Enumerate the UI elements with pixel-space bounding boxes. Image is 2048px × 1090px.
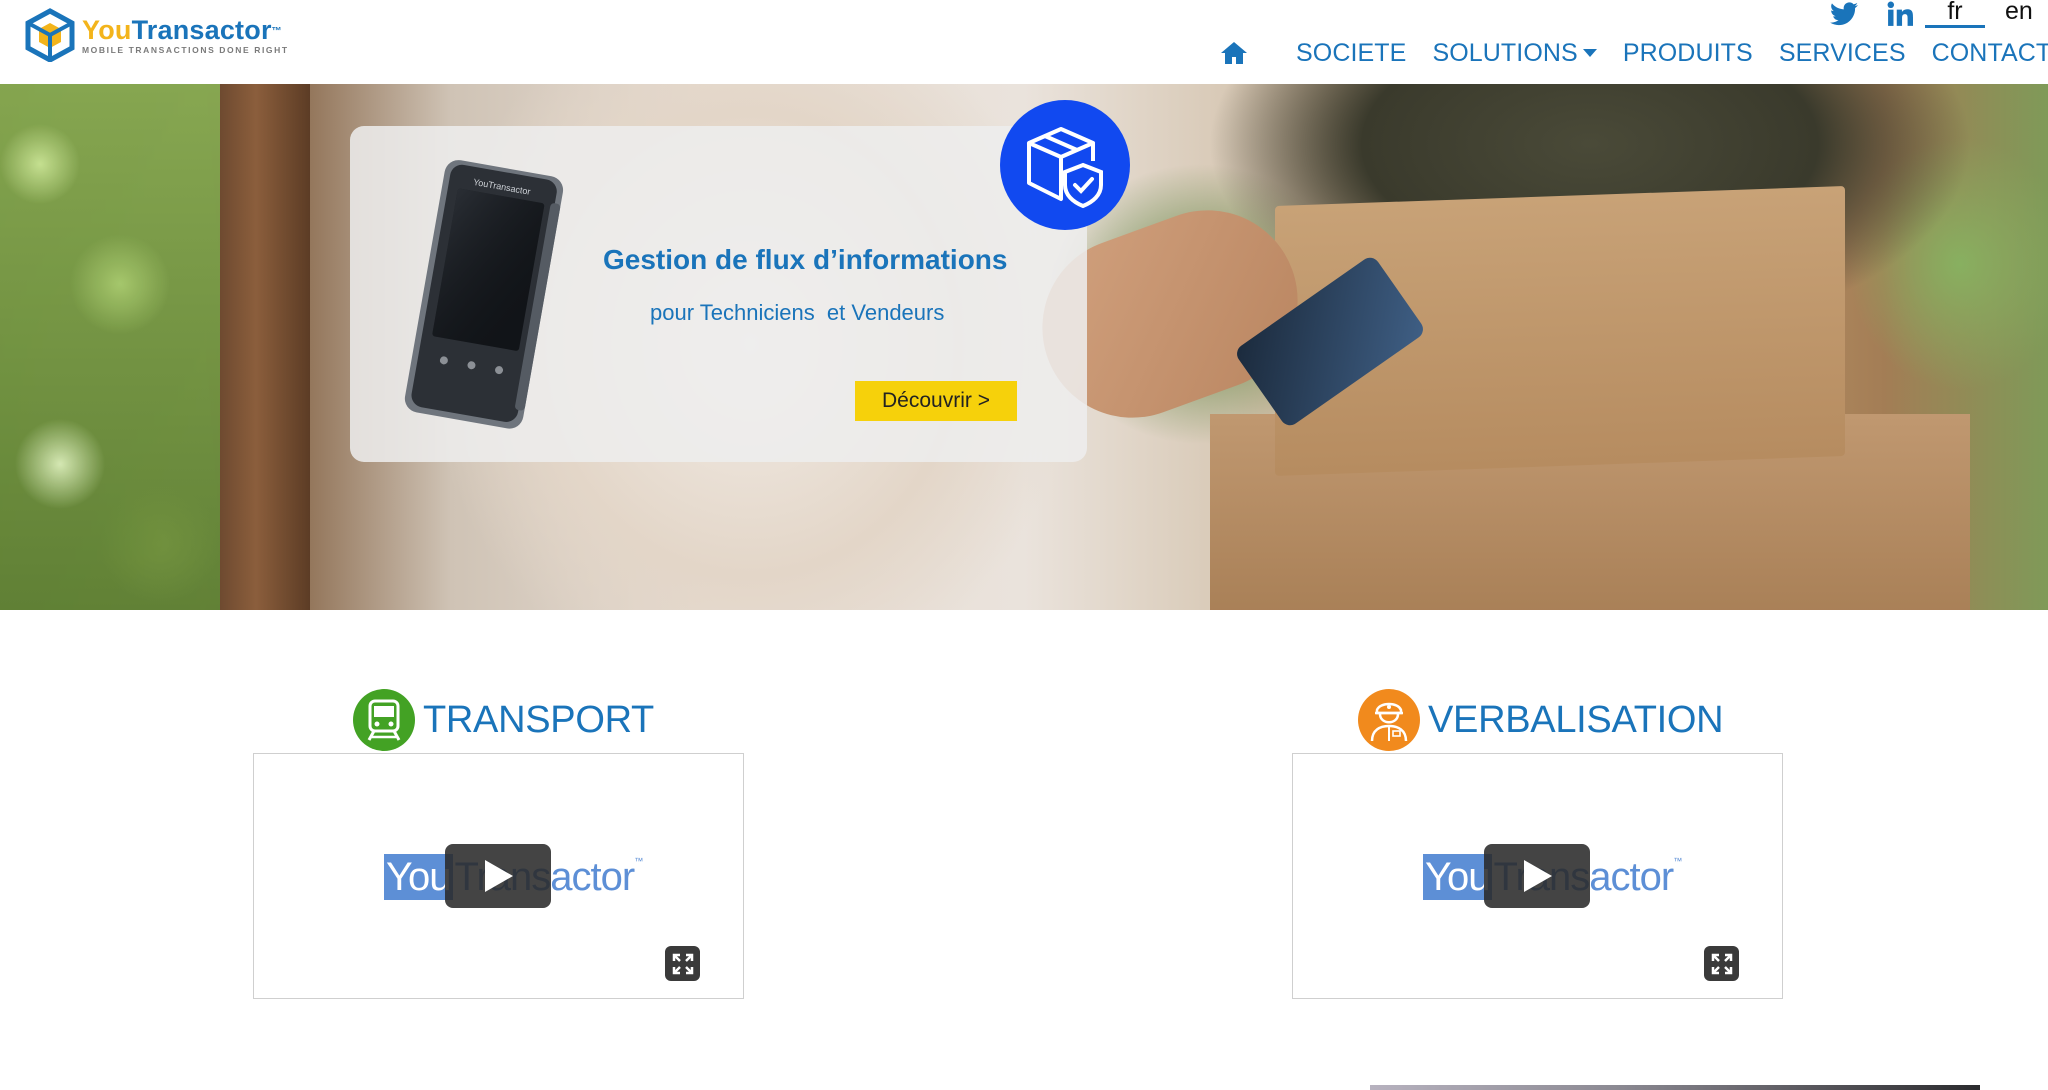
logo-text: YouTransactor™ MOBILE TRANSACTIONS DONE …: [82, 16, 289, 55]
promo-subtitle: pour Techniciens et Vendeurs: [650, 300, 945, 325]
brand-logo[interactable]: YouTransactor™ MOBILE TRANSACTIONS DONE …: [24, 6, 314, 64]
train-icon: [353, 689, 415, 751]
nav-home[interactable]: [1220, 41, 1270, 65]
twitter-icon[interactable]: [1830, 2, 1858, 26]
promo-badge: [1000, 100, 1130, 230]
payment-terminal-image: YouTransactor: [404, 160, 564, 429]
logo-transactor: Transactor: [131, 14, 272, 45]
cube-logo-icon: [25, 8, 75, 62]
main-nav: SOCIETE SOLUTIONS PRODUITS SERVICES CONT…: [1220, 36, 2048, 70]
home-icon: [1221, 42, 1247, 64]
caret-down-icon: [1582, 49, 1597, 57]
video-logo-trademark: ™: [1673, 856, 1682, 866]
nav-services[interactable]: SERVICES: [1779, 39, 1906, 68]
play-button[interactable]: [1484, 844, 1590, 908]
promo-title: Gestion de flux d’informations: [603, 244, 1008, 275]
fullscreen-button[interactable]: [665, 946, 700, 981]
logo-tagline: MOBILE TRANSACTIONS DONE RIGHT: [82, 44, 289, 55]
nav-solutions[interactable]: SOLUTIONS: [1432, 38, 1597, 68]
play-icon: [485, 860, 513, 892]
linkedin-icon[interactable]: [1886, 1, 1914, 27]
fullscreen-icon: [1711, 953, 1732, 974]
verbalisation-heading: VERBALISATION: [1358, 689, 1724, 751]
lang-fr[interactable]: fr: [1925, 0, 1985, 28]
box-shield-icon: [1027, 127, 1103, 209]
site-header: YouTransactor™ MOBILE TRANSACTIONS DONE …: [0, 0, 2048, 84]
hero-door: [220, 84, 310, 610]
play-button[interactable]: [445, 844, 551, 908]
discover-button[interactable]: Découvrir >: [855, 381, 1017, 421]
transport-title: TRANSPORT: [423, 698, 654, 741]
nav-contact[interactable]: CONTACT: [1932, 39, 2048, 68]
transport-video[interactable]: YouTransactor™: [253, 753, 744, 999]
hero-foliage: [0, 84, 230, 610]
lang-en[interactable]: en: [2005, 0, 2033, 24]
nav-societe[interactable]: SOCIETE: [1296, 39, 1406, 68]
verbalisation-video[interactable]: YouTransactor™: [1292, 753, 1783, 999]
next-section-preview: [1370, 1085, 1980, 1090]
officer-icon: [1358, 689, 1420, 751]
verbalisation-title: VERBALISATION: [1428, 698, 1724, 741]
nav-produits[interactable]: PRODUITS: [1623, 39, 1753, 68]
fullscreen-icon: [672, 953, 693, 974]
video-logo-you: You: [1423, 854, 1492, 900]
logo-wordmark: YouTransactor™: [82, 16, 289, 44]
video-logo-trademark: ™: [634, 856, 643, 866]
logo-trademark: ™: [271, 25, 282, 37]
video-logo-you: You: [384, 854, 453, 900]
nav-solutions-label: SOLUTIONS: [1432, 38, 1578, 67]
play-icon: [1524, 860, 1552, 892]
transport-heading: TRANSPORT: [353, 689, 654, 751]
logo-you: You: [82, 14, 132, 45]
fullscreen-button[interactable]: [1704, 946, 1739, 981]
